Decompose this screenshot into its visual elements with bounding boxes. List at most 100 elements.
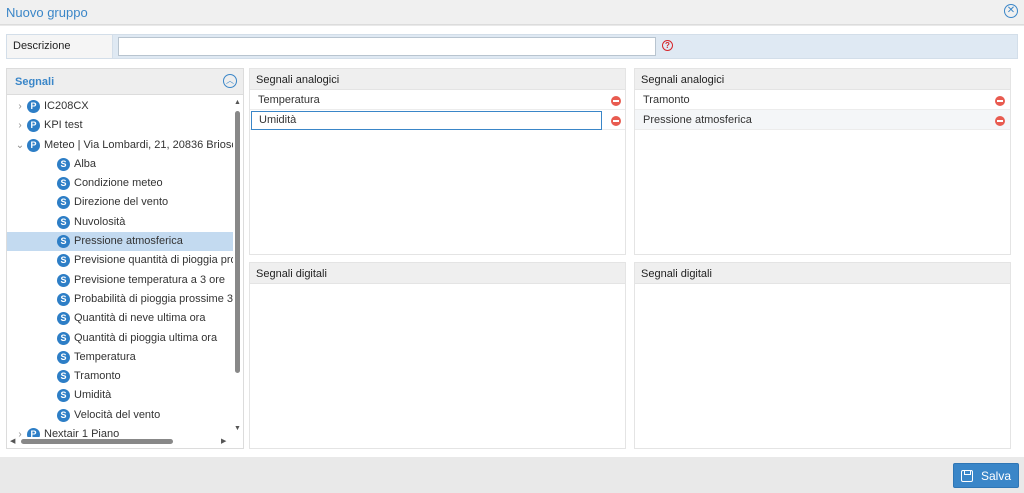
digital-signals-header-right: Segnali digitali	[635, 263, 1010, 284]
signal-item-label: Tramonto	[643, 94, 690, 106]
remove-icon[interactable]	[611, 116, 621, 126]
tree-node-signal[interactable]: S Probabilità di pioggia prossime 3 ore	[7, 290, 233, 309]
tree-node-signal[interactable]: S Umidità	[7, 386, 233, 405]
tree-node-label: Condizione meteo	[74, 177, 163, 190]
tree-node-label: Previsione quantità di pioggia prossime …	[74, 254, 233, 267]
signal-item-label: Temperatura	[258, 94, 320, 106]
chevron-right-icon[interactable]: ›	[15, 116, 25, 135]
tree-node-signal[interactable]: S Pressione atmosferica	[7, 232, 233, 252]
dialog-titlebar: Nuovo gruppo ✕	[0, 0, 1024, 25]
tree-node-signal[interactable]: S Previsione temperatura a 3 ore	[7, 271, 233, 290]
signal-item[interactable]: Temperatura	[250, 90, 625, 110]
signal-badge-icon: S	[57, 157, 70, 171]
signal-badge-icon: S	[57, 196, 70, 210]
digital-signals-panel-left: Segnali digitali	[249, 262, 626, 449]
scroll-right-arrow-icon[interactable]: ▶	[221, 437, 226, 445]
tree-node-plant[interactable]: ⌄ P Meteo | Via Lombardi, 21, 20836 Briosc…	[7, 136, 233, 155]
vertical-scrollbar[interactable]: ▲ ▼	[233, 97, 243, 437]
tree-node-label: Nextair 1 Piano	[44, 428, 120, 437]
signals-tree-list: › P IC208CX › P KPI test ⌄ P Meteo | Via Lombard…	[7, 97, 233, 437]
signal-item[interactable]: Tramonto	[635, 90, 1010, 110]
horizontal-scroll-thumb[interactable]	[21, 439, 173, 444]
horizontal-scrollbar[interactable]: ◀ ▶	[7, 437, 233, 447]
tree-node-label: Previsione temperatura a 3 ore	[74, 273, 226, 286]
tree-node-label: Umidità	[74, 389, 112, 402]
signal-badge-icon: S	[57, 389, 70, 403]
analog-signals-panel-right: Segnali analogici Tramonto Pressione atm…	[634, 68, 1011, 255]
tree-node-label: Meteo | Via Lombardi, 21, 20836 Briosco	[44, 138, 233, 151]
tree-node-label: Direzione del vento	[74, 196, 169, 209]
signals-tree-header: Segnali ︿	[7, 69, 243, 95]
plant-badge-icon: P	[27, 428, 40, 437]
help-icon[interactable]: ?	[662, 40, 673, 51]
tree-node-label: Temperatura	[74, 350, 136, 363]
vertical-scroll-thumb[interactable]	[235, 111, 240, 373]
signal-badge-icon: S	[57, 408, 70, 422]
tree-node-plant[interactable]: › P KPI test	[7, 116, 233, 135]
tree-node-label: Nuvolosità	[74, 215, 126, 228]
dialog-footer: Salva	[0, 457, 1024, 493]
plant-badge-icon: P	[27, 119, 40, 133]
chevron-right-icon[interactable]: ›	[15, 425, 25, 437]
tree-node-signal[interactable]: S Previsione quantità di pioggia prossime…	[7, 251, 233, 270]
signal-badge-icon: S	[57, 273, 70, 287]
signals-tree-title: Segnali	[15, 76, 55, 88]
tree-node-label: Pressione atmosferica	[74, 235, 183, 248]
chevron-down-icon[interactable]: ⌄	[15, 136, 25, 155]
digital-signals-panel-right: Segnali digitali	[634, 262, 1011, 449]
plant-badge-icon: P	[27, 100, 40, 113]
tree-node-signal[interactable]: S Quantità di neve ultima ora	[7, 309, 233, 328]
tree-node-label: Alba	[74, 157, 97, 170]
chevron-right-icon[interactable]: ›	[15, 97, 25, 116]
tree-node-plant[interactable]: › P Nextair 1 Piano	[7, 425, 233, 437]
tree-node-signal[interactable]: S Quantità di pioggia ultima ora	[7, 329, 233, 348]
tree-node-label: KPI test	[44, 119, 83, 132]
description-label: Descrizione	[7, 35, 113, 58]
save-button-label: Salva	[981, 469, 1012, 483]
tree-node-label: Quantità di pioggia ultima ora	[74, 331, 218, 344]
tree-node-signal[interactable]: S Alba	[7, 155, 233, 174]
floppy-disk-icon	[961, 470, 973, 482]
tree-node-signal[interactable]: S Velocità del vento	[7, 406, 233, 425]
analog-signals-header-right: Segnali analogici	[635, 69, 1010, 90]
remove-icon[interactable]	[995, 96, 1005, 106]
dialog-content: Descrizione ? Segnali ︿ › P IC208CX › P KPI t…	[0, 26, 1024, 457]
signal-badge-icon: S	[57, 370, 70, 384]
tree-node-label: Tramonto	[74, 370, 121, 383]
analog-signals-panel-left: Segnali analogici Temperatura Umidità	[249, 68, 626, 255]
scroll-left-arrow-icon[interactable]: ◀	[10, 437, 15, 445]
save-button[interactable]: Salva	[953, 463, 1019, 488]
signal-badge-icon: S	[57, 331, 70, 345]
signal-item[interactable]: Pressione atmosferica	[635, 110, 1010, 130]
tree-node-signal[interactable]: S Direzione del vento	[7, 193, 233, 212]
signal-badge-icon: S	[57, 215, 70, 229]
scroll-down-arrow-icon[interactable]: ▼	[234, 425, 241, 432]
signals-tree-panel: Segnali ︿ › P IC208CX › P KPI test ⌄ P Meteo | V…	[6, 68, 244, 449]
remove-icon[interactable]	[611, 96, 621, 106]
tree-node-signal[interactable]: S Nuvolosità	[7, 213, 233, 232]
chevron-up-icon[interactable]: ︿	[223, 74, 237, 88]
signal-badge-icon: S	[57, 312, 70, 326]
tree-node-plant[interactable]: › P IC208CX	[7, 97, 233, 116]
signal-item-label: Pressione atmosferica	[643, 114, 752, 126]
signal-badge-icon: S	[57, 254, 70, 268]
signal-badge-icon: S	[57, 177, 70, 191]
signal-item[interactable]: Umidità	[250, 110, 625, 130]
signal-badge-icon: S	[57, 292, 70, 306]
analog-signals-header-left: Segnali analogici	[250, 69, 625, 90]
tree-node-label: Quantità di neve ultima ora	[74, 312, 206, 325]
signal-badge-icon: S	[57, 350, 70, 364]
description-input[interactable]	[118, 37, 656, 56]
tree-node-label: Probabilità di pioggia prossime 3 ore	[74, 292, 233, 305]
plant-badge-icon: P	[27, 138, 40, 152]
digital-signals-header-left: Segnali digitali	[250, 263, 625, 284]
scroll-up-arrow-icon[interactable]: ▲	[234, 99, 241, 106]
tree-node-signal[interactable]: S Tramonto	[7, 367, 233, 386]
tree-node-signal[interactable]: S Temperatura	[7, 348, 233, 367]
signal-item-label: Umidità	[251, 111, 602, 130]
tree-node-label: Velocità del vento	[74, 408, 161, 421]
remove-icon[interactable]	[995, 116, 1005, 126]
close-icon[interactable]: ✕	[1004, 4, 1018, 18]
tree-node-signal[interactable]: S Condizione meteo	[7, 174, 233, 193]
dialog-title: Nuovo gruppo	[6, 5, 88, 20]
